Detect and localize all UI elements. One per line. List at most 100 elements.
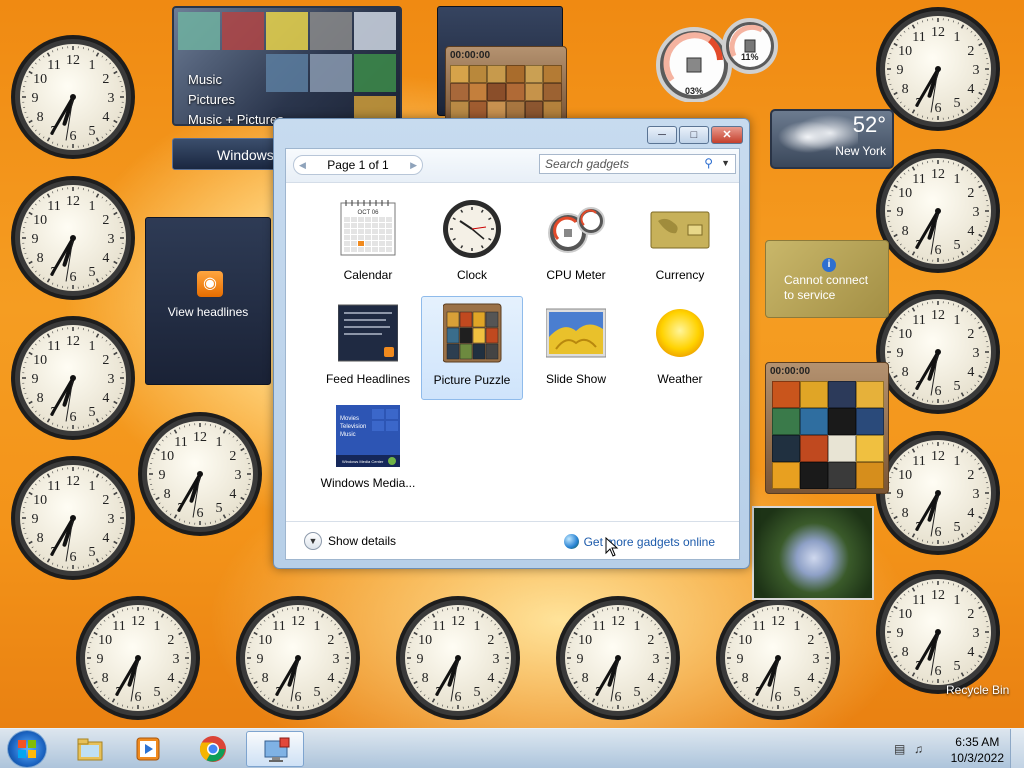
svg-text:8: 8 [262,671,269,686]
svg-text:5: 5 [794,685,801,700]
svg-text:1: 1 [314,619,321,634]
clock-gadget[interactable]: 123456789101112 [136,410,264,538]
svg-text:OCT 06: OCT 06 [358,210,380,216]
minimize-button[interactable]: ─ [647,126,677,144]
currency-gadget[interactable]: i Cannot connect to service [765,240,889,318]
svg-text:2: 2 [102,213,109,228]
gadget-name: Windows Media... [320,476,416,490]
gadget-item-feed-headlines[interactable]: Feed Headlines [317,296,419,400]
svg-text:1: 1 [954,593,961,608]
feed-headlines-gadget[interactable]: ◉ View headlines [145,217,271,385]
taskbar-media-player[interactable] [118,731,176,767]
svg-text:12: 12 [131,614,145,629]
svg-text:11: 11 [912,454,925,469]
volume-icon[interactable]: ♫ [914,742,928,756]
start-button[interactable] [7,730,47,768]
clock-gadget[interactable]: 123456789101112 [234,594,362,722]
svg-text:5: 5 [954,96,961,111]
clock-gadget[interactable]: 123456789101112 [9,314,137,442]
svg-text:8: 8 [902,224,909,239]
gadget-item-slide-show[interactable]: Slide Show [525,296,627,400]
gadget-item-cpu-meter[interactable]: CPU Meter [525,192,627,296]
media-player-icon [136,737,160,761]
gadget-item-currency[interactable]: Currency [629,192,731,296]
clock-gadget[interactable]: 123456789101112 [714,594,842,722]
clock-gadget[interactable]: 123456789101112 [74,594,202,722]
gadget-item-clock[interactable]: Clock [421,192,523,296]
svg-text:1: 1 [216,435,223,450]
svg-text:11: 11 [432,619,445,634]
close-button[interactable]: ✕ [711,126,743,144]
clock-gadget[interactable]: 123456789101112 [874,568,1002,696]
media-menu-music[interactable]: Music [188,70,284,90]
next-page-icon[interactable]: ▶ [410,160,417,171]
network-icon[interactable]: ▤ [894,742,908,756]
clock-gadget[interactable]: 123456789101112 [9,33,137,161]
svg-text:3: 3 [653,652,660,667]
svg-text:2: 2 [967,186,974,201]
svg-text:1: 1 [154,619,161,634]
svg-text:4: 4 [327,671,334,686]
media-menu-pictures[interactable]: Pictures [188,90,284,110]
svg-text:3: 3 [973,346,980,361]
gallery-content: ◀ Page 1 of 1 ▶ Search gadgets ⚲ ▼ OCT 0… [285,148,740,560]
gadget-item-picture-puzzle[interactable]: Picture Puzzle [421,296,523,400]
clock-display[interactable]: 6:35 AM 10/3/2022 [951,734,1004,766]
search-gadgets-input[interactable]: Search gadgets ⚲ ▼ [539,154,736,174]
gadget-name: Slide Show [545,372,607,386]
cpu-meter-icon [546,197,606,259]
taskbar: ▤ ♫ 6:35 AM 10/3/2022 [0,728,1024,768]
svg-text:6: 6 [70,410,77,425]
svg-text:9: 9 [32,232,39,247]
clock-gadget[interactable]: 123456789101112 [874,288,1002,416]
svg-text:5: 5 [89,124,96,139]
clock-gadget[interactable]: 123456789101112 [394,594,522,722]
picture-puzzle-gadget-large[interactable]: 00:00:00 [765,362,889,494]
svg-text:12: 12 [451,614,465,629]
chevron-down-icon[interactable]: ▼ [721,158,730,168]
gadget-item-windows-media-center[interactable]: Movies Television Music Windows Media Ce… [317,400,419,504]
weather-gadget[interactable]: 52° New York [770,109,894,169]
svg-text:4: 4 [967,506,974,521]
previous-page-icon[interactable]: ◀ [299,160,306,171]
clock-gadget[interactable]: 123456789101112 [9,454,137,582]
svg-text:5: 5 [314,685,321,700]
clock-gadget[interactable]: 123456789101112 [554,594,682,722]
svg-text:11: 11 [912,172,925,187]
svg-text:9: 9 [32,372,39,387]
view-headlines-label[interactable]: View headlines [146,305,270,319]
search-icon[interactable]: ⚲ [704,156,713,170]
clock-gadget[interactable]: 123456789101112 [874,429,1002,557]
svg-text:8: 8 [902,506,909,521]
svg-text:8: 8 [102,671,109,686]
gadget-item-calendar[interactable]: OCT 06 Calendar [317,192,419,296]
svg-text:8: 8 [902,82,909,97]
cpu-meter-gadget[interactable]: 03% 11% [652,10,782,103]
svg-text:11: 11 [272,619,285,634]
svg-text:1: 1 [794,619,801,634]
media-menu-music-pictures[interactable]: Music + Pictures [188,110,284,124]
taskbar-gadgets[interactable] [246,731,304,767]
picture-puzzle-gadget-small[interactable]: 00:00:00 [445,46,567,122]
svg-text:1: 1 [954,454,961,469]
taskbar-chrome[interactable] [183,731,241,767]
puzzle-icon [442,302,503,364]
svg-text:4: 4 [102,251,109,266]
media-center-gadget[interactable]: Music Pictures Music + Pictures [172,6,402,126]
taskbar-explorer[interactable] [60,731,118,767]
get-more-gadgets-link[interactable]: Get more gadgets online [563,534,715,549]
clock-gadget[interactable]: 123456789101112 [9,174,137,302]
recycle-bin-label[interactable]: Recycle Bin [946,683,1009,697]
slide-show-gadget[interactable] [752,506,874,600]
currency-error-line2: to service [784,288,836,302]
info-icon: i [822,258,836,272]
gadget-item-weather[interactable]: Weather [629,296,731,400]
svg-text:12: 12 [66,474,80,489]
gallery-toolbar: ◀ Page 1 of 1 ▶ Search gadgets ⚲ ▼ [286,149,739,183]
svg-text:2: 2 [647,633,654,648]
svg-text:10: 10 [33,493,47,508]
svg-text:2: 2 [967,44,974,59]
show-desktop-button[interactable] [1010,729,1024,768]
show-details-button[interactable]: ▼ Show details [304,532,396,550]
restore-button[interactable]: □ [679,126,709,144]
